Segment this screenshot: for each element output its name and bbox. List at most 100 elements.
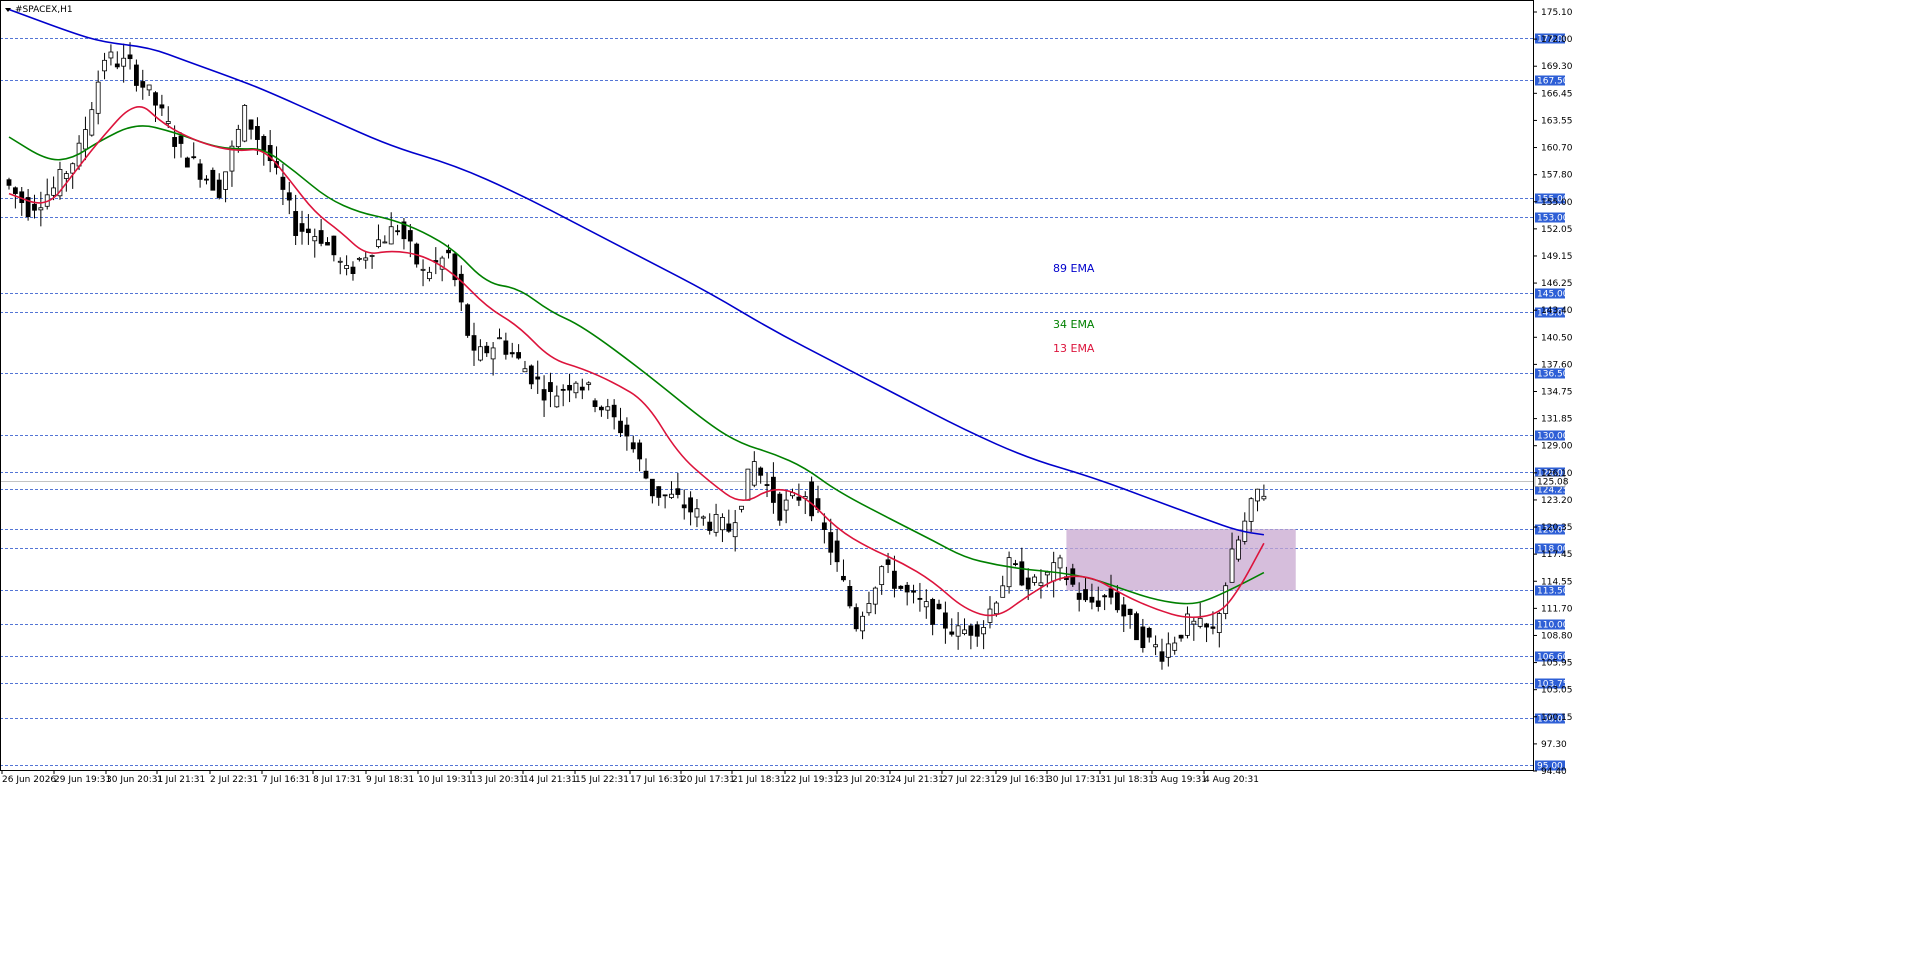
level-badge-label: 167.50 xyxy=(1537,77,1569,87)
candle-body xyxy=(758,467,764,476)
candle-body xyxy=(350,266,356,274)
candle-body xyxy=(1140,626,1146,649)
y-tick-label: 175.10 xyxy=(1541,8,1573,18)
candle-body xyxy=(1159,651,1165,662)
candle-body xyxy=(286,192,292,201)
candle-body xyxy=(369,255,375,257)
x-tick-label: 4 Aug 20:31 xyxy=(1204,775,1259,785)
candle-body xyxy=(38,207,44,211)
candle-body xyxy=(1223,585,1229,614)
candle-body xyxy=(191,156,197,159)
y-tick-label: 94.40 xyxy=(1541,767,1567,777)
candle-body xyxy=(172,137,178,147)
candle-body xyxy=(318,230,324,244)
candle-body xyxy=(962,629,967,635)
candle-body xyxy=(420,268,426,271)
candle-body xyxy=(1076,592,1082,600)
y-tick-label: 169.30 xyxy=(1541,62,1573,72)
candle-body xyxy=(1038,582,1044,586)
candle-body xyxy=(1121,604,1127,617)
y-tick-label: 152.05 xyxy=(1541,225,1573,235)
candle-body xyxy=(567,384,572,391)
symbol-title-text: #SPACEX,H1 xyxy=(15,5,73,15)
candle-body xyxy=(739,505,744,510)
y-tick-label: 134.75 xyxy=(1541,388,1573,398)
candle-body xyxy=(95,81,101,114)
x-tick-label: 24 Jul 21:31 xyxy=(890,775,944,785)
candle-body xyxy=(923,601,929,608)
candle-body xyxy=(344,265,350,269)
y-tick-label: 157.80 xyxy=(1541,171,1573,181)
y-tick-label: 126.10 xyxy=(1541,469,1573,479)
candle-body xyxy=(299,223,305,232)
candle-body xyxy=(388,226,394,245)
x-tick-label: 29 Jun 19:31 xyxy=(54,775,111,785)
candle-body xyxy=(516,352,521,359)
candle-body xyxy=(675,488,681,495)
candle-body xyxy=(471,335,477,351)
price-chart[interactable]: 172.00167.50155.00153.00145.00143.00136.… xyxy=(0,0,1916,963)
candle-body xyxy=(446,249,451,254)
x-tick-label: 15 Jul 22:31 xyxy=(575,775,629,785)
candle-body xyxy=(548,382,553,392)
candle-body xyxy=(911,590,916,593)
candle-body xyxy=(83,129,88,150)
candle-body xyxy=(662,494,668,497)
candle-body xyxy=(560,388,566,391)
candle-body xyxy=(32,203,37,211)
candle-body xyxy=(1019,561,1025,586)
candle-body xyxy=(643,470,649,479)
candle-body xyxy=(796,496,802,501)
candle-body xyxy=(809,481,815,517)
x-tick-label: 13 Jul 20:31 xyxy=(471,775,525,785)
y-tick-label: 140.50 xyxy=(1541,333,1573,343)
y-tick-label: 123.20 xyxy=(1541,496,1573,506)
y-tick-label: 129.00 xyxy=(1541,442,1573,452)
y-tick-label: 172.00 xyxy=(1541,35,1573,45)
candle-body xyxy=(885,559,891,565)
symbol-title: #SPACEX,H1 xyxy=(5,5,73,15)
chart-root: 172.00 167.50 155.00 153.00 145.00 143.00 136.… xyxy=(0,0,1916,963)
ema-label: 13 EMA xyxy=(1053,342,1095,355)
candle-body xyxy=(305,228,311,234)
candle-body xyxy=(605,406,611,411)
x-tick-label: 30 Jul 17:31 xyxy=(1047,775,1101,785)
candle-body xyxy=(974,624,980,637)
candle-body xyxy=(993,602,999,615)
candle-body xyxy=(751,461,757,486)
y-tick-label: 137.60 xyxy=(1541,360,1573,370)
candle-body xyxy=(892,570,897,589)
candle-body xyxy=(108,51,114,59)
candle-body xyxy=(968,625,974,636)
candle-body xyxy=(427,271,432,280)
x-tick-label: 7 Jul 16:31 xyxy=(262,775,310,785)
candle-body xyxy=(1229,548,1235,583)
x-tick-label: 22 Jul 19:31 xyxy=(785,775,839,785)
candle-body xyxy=(579,386,585,391)
candle-body xyxy=(280,176,286,190)
candle-body xyxy=(726,523,732,532)
candle-body xyxy=(917,597,923,600)
candle-body xyxy=(363,257,369,261)
x-tick-label: 9 Jul 18:31 xyxy=(366,775,414,785)
y-tick-label: 100.15 xyxy=(1541,713,1573,723)
candle-body xyxy=(688,497,693,513)
candle-body xyxy=(942,612,948,629)
candle-body xyxy=(325,242,330,246)
candle-body xyxy=(656,486,662,498)
candle-body xyxy=(1134,613,1139,641)
y-tick-label: 160.70 xyxy=(1541,144,1573,154)
candle-body xyxy=(1095,600,1101,607)
candle-body xyxy=(1057,557,1063,569)
candle-body xyxy=(465,304,471,336)
x-tick-label: 17 Jul 16:31 xyxy=(630,775,684,785)
candle-body xyxy=(63,173,69,179)
ema-label: 34 EMA xyxy=(1053,318,1095,331)
x-tick-label: 20 Jul 17:31 xyxy=(681,775,735,785)
y-tick-label: 143.40 xyxy=(1541,306,1573,316)
x-tick-label: 10 Jul 19:31 xyxy=(418,775,472,785)
candle-body xyxy=(981,627,987,635)
candle-body xyxy=(12,187,18,194)
candle-body xyxy=(669,493,674,498)
candle-body xyxy=(509,352,515,355)
